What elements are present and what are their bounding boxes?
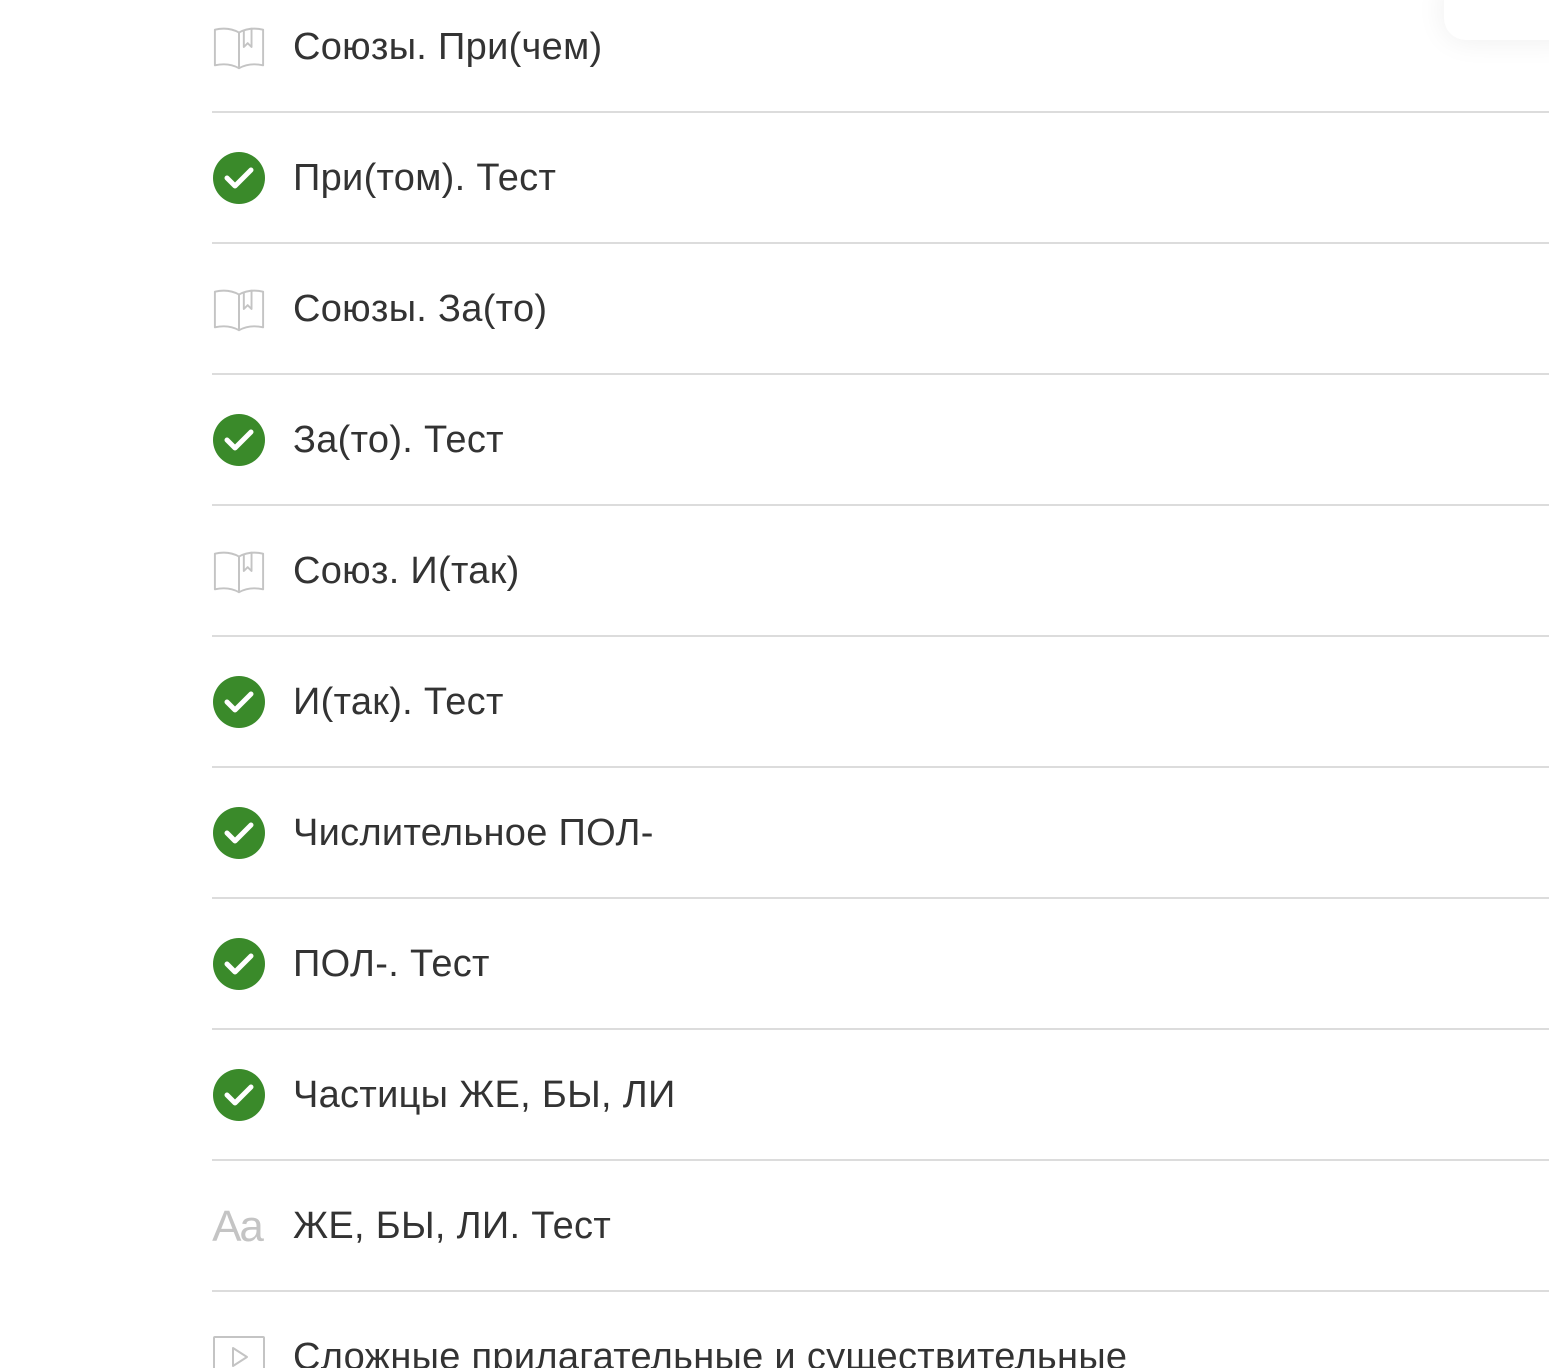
lesson-item[interactable]: И(так). Тест [212,637,1549,768]
lesson-title: За(то). Тест [293,419,504,461]
book-icon [212,20,266,74]
check-circle-icon [212,151,266,205]
check-circle-icon [212,675,266,729]
book-icon [212,544,266,598]
lesson-item[interactable]: Числительное ПОЛ- [212,768,1549,899]
lesson-list: Союзы. При(чем) При(том). Тест Союзы. За… [212,0,1549,1368]
lesson-title: Числительное ПОЛ- [293,812,654,854]
lesson-title: Союзы. За(то) [293,288,548,330]
lesson-item[interactable]: Союзы. За(то) [212,244,1549,375]
lesson-item[interactable]: Союзы. При(чем) [212,0,1549,113]
play-video-icon [212,1330,266,1368]
lesson-title: ЖЕ, БЫ, ЛИ. Тест [293,1205,612,1247]
lesson-item[interactable]: Aa ЖЕ, БЫ, ЛИ. Тест [212,1161,1549,1292]
lesson-item[interactable]: Частицы ЖЕ, БЫ, ЛИ [212,1030,1549,1161]
lesson-title: При(том). Тест [293,157,557,199]
lesson-title: ПОЛ-. Тест [293,943,490,985]
text-aa-icon: Aa [212,1199,266,1253]
lesson-item[interactable]: ПОЛ-. Тест [212,899,1549,1030]
lesson-title: Частицы ЖЕ, БЫ, ЛИ [293,1074,676,1116]
lesson-page: Союзы. При(чем) При(том). Тест Союзы. За… [0,0,1549,1368]
lesson-title: Союз. И(так) [293,550,520,592]
check-circle-icon [212,413,266,467]
check-circle-icon [212,806,266,860]
text-aa-icon-glyph: Aa [212,1201,264,1251]
book-icon [212,282,266,336]
check-circle-icon [212,1068,266,1122]
lesson-title: Сложные прилагательные и существительные [293,1336,1128,1368]
lesson-item[interactable]: Союз. И(так) [212,506,1549,637]
lesson-title: Союзы. При(чем) [293,26,603,68]
check-circle-icon [212,937,266,991]
lesson-item[interactable]: Сложные прилагательные и существительные [212,1292,1549,1368]
lesson-item[interactable]: За(то). Тест [212,375,1549,506]
lesson-item[interactable]: При(том). Тест [212,113,1549,244]
lesson-title: И(так). Тест [293,681,504,723]
